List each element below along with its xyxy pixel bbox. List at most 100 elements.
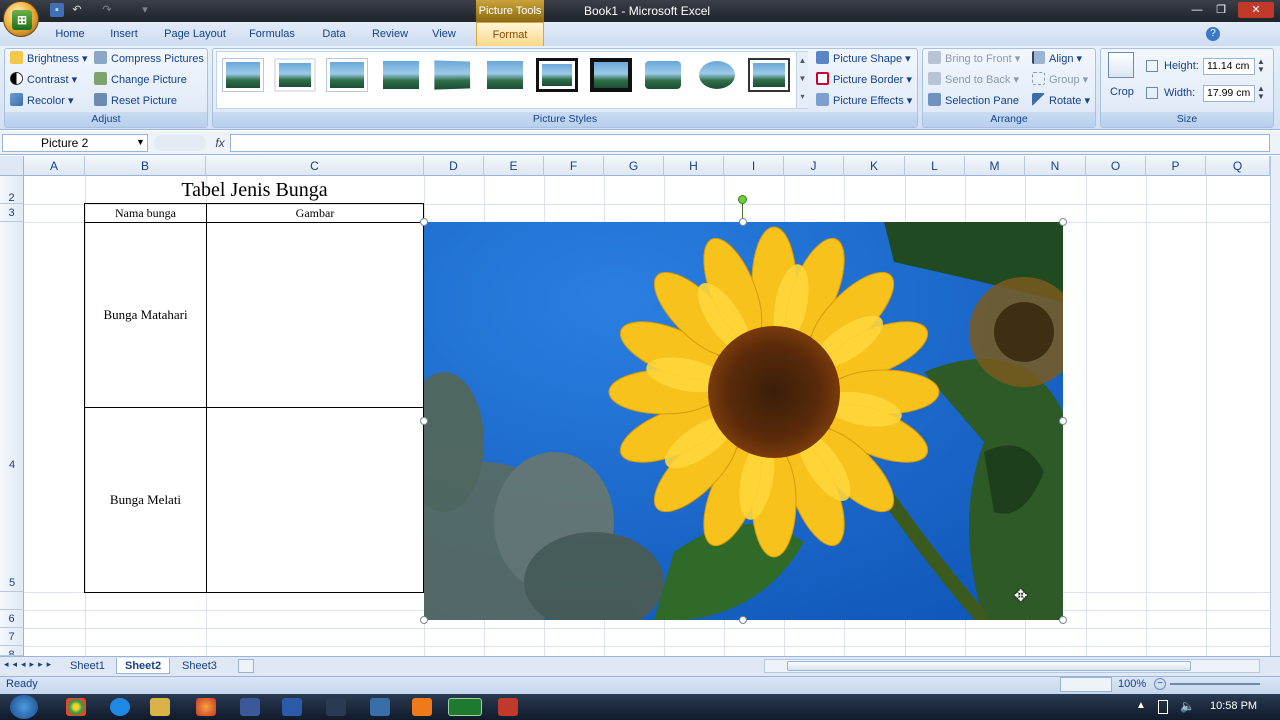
save-icon[interactable]: ▪ xyxy=(50,3,64,17)
resize-handle[interactable] xyxy=(420,616,428,624)
height-spinner[interactable]: ▲ ▼ xyxy=(1257,58,1265,74)
picture-shape-button[interactable]: Picture Shape ▾ xyxy=(816,50,911,68)
volume-icon[interactable]: 🔈 xyxy=(1180,699,1195,713)
row-header[interactable]: 7 xyxy=(0,628,24,646)
insert-function-icon[interactable]: fx xyxy=(210,134,230,152)
row-header[interactable] xyxy=(0,592,24,610)
row-header[interactable]: 2 xyxy=(0,176,24,204)
style-thumb[interactable] xyxy=(484,58,526,92)
column-header[interactable]: D xyxy=(424,156,484,176)
start-button-icon[interactable] xyxy=(10,695,38,719)
header-cell-name[interactable]: Nama bunga xyxy=(84,203,207,223)
sheet-nav-arrows-icon[interactable]: ◂◂◂▸▸▸ xyxy=(4,659,55,670)
row-header[interactable]: 4 xyxy=(0,222,24,592)
resize-handle[interactable] xyxy=(420,417,428,425)
tab-data[interactable]: Data xyxy=(314,22,354,46)
office-button[interactable]: ⊞ xyxy=(3,1,39,37)
column-header[interactable]: C xyxy=(206,156,424,176)
select-all-corner[interactable] xyxy=(0,156,24,176)
column-header[interactable]: A xyxy=(24,156,85,176)
picture-border-button[interactable]: Picture Border ▾ xyxy=(816,71,912,89)
gallery-scroll[interactable]: ▲ ▼ ▾ xyxy=(796,52,808,108)
cell-bunga-melati[interactable]: Bunga Melati xyxy=(84,407,207,593)
selection-pane-button[interactable]: Selection Pane xyxy=(928,92,1019,110)
zoom-out-icon[interactable]: − xyxy=(1154,678,1166,690)
group-button[interactable]: Group ▾ xyxy=(1032,71,1088,89)
undo-icon[interactable]: ↶ xyxy=(70,3,84,17)
chrome-icon[interactable] xyxy=(66,698,86,716)
word-icon[interactable] xyxy=(282,698,302,716)
resize-handle[interactable] xyxy=(1059,616,1067,624)
sheet-tab-1[interactable]: Sheet1 xyxy=(62,658,113,674)
name-box-dropdown-icon[interactable]: ▼ xyxy=(136,137,145,147)
tab-formulas[interactable]: Formulas xyxy=(244,22,300,46)
column-header[interactable]: J xyxy=(784,156,844,176)
column-header[interactable]: B xyxy=(85,156,206,176)
picture-effects-button[interactable]: Picture Effects ▾ xyxy=(816,92,912,110)
column-header[interactable]: M xyxy=(965,156,1025,176)
help-icon[interactable]: ? xyxy=(1206,27,1220,41)
send-to-back-button[interactable]: Send to Back ▾ xyxy=(928,71,1019,89)
rotate-button[interactable]: Rotate ▾ xyxy=(1032,92,1090,110)
column-header[interactable]: E xyxy=(484,156,544,176)
resize-handle[interactable] xyxy=(1059,417,1067,425)
name-box[interactable]: Picture 2 xyxy=(2,134,148,152)
view-buttons[interactable] xyxy=(1060,677,1112,692)
column-header[interactable]: N xyxy=(1025,156,1086,176)
column-header[interactable]: O xyxy=(1086,156,1146,176)
horizontal-scrollbar[interactable] xyxy=(764,659,1260,673)
row-header[interactable]: 8 xyxy=(0,646,24,656)
width-input[interactable]: 17.99 cm xyxy=(1203,85,1255,102)
sunflower-picture[interactable] xyxy=(424,222,1063,620)
column-header[interactable]: K xyxy=(844,156,905,176)
recolor-button[interactable]: Recolor ▾ xyxy=(10,92,73,110)
excel-taskbar-icon[interactable] xyxy=(448,698,482,716)
row-header[interactable]: 3 xyxy=(0,204,24,222)
compress-pictures-button[interactable]: Compress Pictures xyxy=(94,50,204,68)
app-icon[interactable] xyxy=(326,698,346,716)
customize-qat-icon[interactable]: ▾ xyxy=(138,3,152,17)
style-thumb[interactable] xyxy=(274,58,316,92)
style-thumb[interactable] xyxy=(222,58,264,92)
style-thumb[interactable] xyxy=(380,58,422,92)
vlc-icon[interactable] xyxy=(412,698,432,716)
tab-home[interactable]: Home xyxy=(48,22,92,46)
app-icon[interactable] xyxy=(240,698,260,716)
resize-handle[interactable] xyxy=(420,218,428,226)
contrast-button[interactable]: Contrast ▾ xyxy=(10,71,77,89)
zoom-slider[interactable] xyxy=(1170,683,1260,685)
style-thumb[interactable] xyxy=(748,58,790,92)
sheet-tab-3[interactable]: Sheet3 xyxy=(174,658,225,674)
cell-image-2[interactable] xyxy=(206,407,424,593)
folder-icon[interactable] xyxy=(150,698,170,716)
redo-icon[interactable]: ↷ xyxy=(100,3,114,17)
horizontal-scroll-thumb[interactable] xyxy=(787,661,1191,671)
zoom-level[interactable]: 100% xyxy=(1118,678,1146,690)
tab-insert[interactable]: Insert xyxy=(102,22,146,46)
column-header[interactable]: G xyxy=(604,156,664,176)
vertical-scrollbar[interactable] xyxy=(1270,156,1280,656)
ie-icon[interactable] xyxy=(110,698,130,716)
firefox-icon[interactable] xyxy=(196,698,216,716)
bring-to-front-button[interactable]: Bring to Front ▾ xyxy=(928,50,1020,68)
clock[interactable]: 10:58 PM xyxy=(1210,700,1257,712)
tab-format[interactable]: Format xyxy=(476,22,544,46)
cell-bunga-matahari[interactable]: Bunga Matahari xyxy=(84,222,207,408)
width-spinner[interactable]: ▲ ▼ xyxy=(1257,85,1265,101)
height-input[interactable]: 11.14 cm xyxy=(1203,58,1255,75)
app-icon[interactable] xyxy=(370,698,390,716)
change-picture-button[interactable]: Change Picture xyxy=(94,71,187,89)
row-header[interactable]: 6 xyxy=(0,610,24,628)
tray-arrow-icon[interactable]: ▲ xyxy=(1136,700,1146,711)
table-title[interactable]: Tabel Jenis Bunga xyxy=(85,178,424,202)
tab-review[interactable]: Review xyxy=(366,22,414,46)
crop-button[interactable]: Crop xyxy=(1110,83,1134,101)
style-thumb[interactable] xyxy=(326,58,368,92)
column-header[interactable]: H xyxy=(664,156,724,176)
column-header[interactable]: I xyxy=(724,156,784,176)
style-thumb[interactable] xyxy=(590,58,632,92)
restore-button[interactable]: ❐ xyxy=(1210,2,1232,18)
style-thumb[interactable] xyxy=(696,58,738,92)
formula-input[interactable] xyxy=(230,134,1270,152)
column-header[interactable]: L xyxy=(905,156,965,176)
